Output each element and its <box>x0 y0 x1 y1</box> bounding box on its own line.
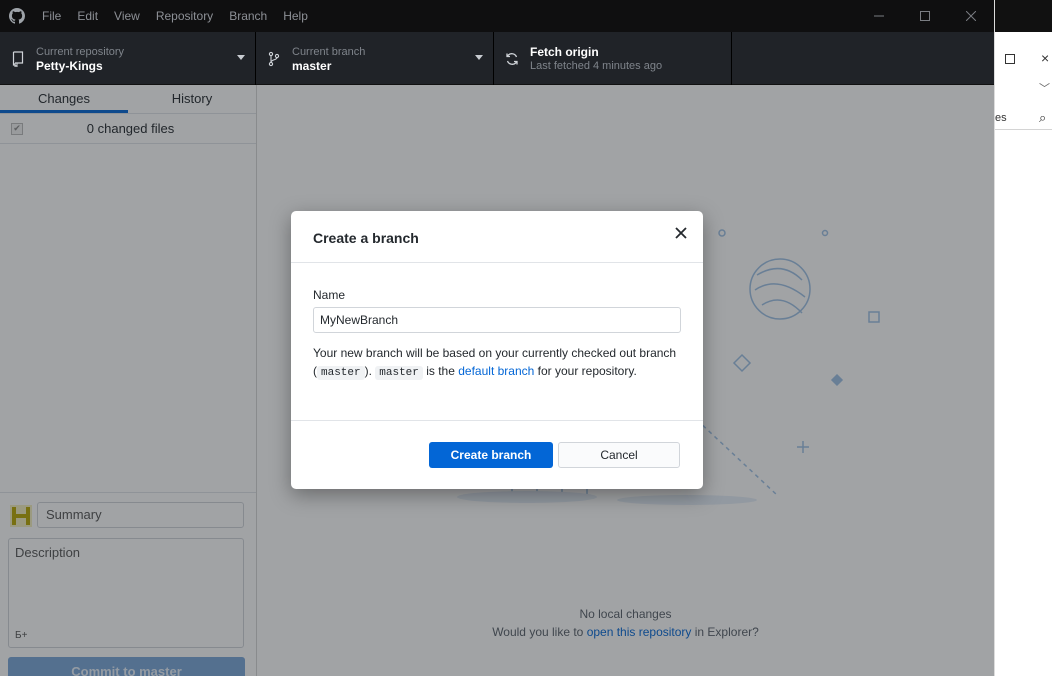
last-fetched-text: Last fetched 4 minutes ago <box>530 59 663 72</box>
menu-repository[interactable]: Repository <box>148 0 221 32</box>
chevron-down-icon[interactable]: ﹀ <box>1039 80 1050 96</box>
minimize-icon[interactable] <box>856 0 902 32</box>
branch-name-input[interactable]: MyNewBranch <box>313 307 681 333</box>
help-text-3: is the <box>422 364 459 378</box>
menu-edit[interactable]: Edit <box>69 0 106 32</box>
current-repository-label: Current repository <box>36 45 125 58</box>
dialog-title: Create a branch <box>313 230 419 246</box>
menu-file[interactable]: File <box>34 0 69 32</box>
current-branch-button[interactable]: Current branch master <box>256 32 494 85</box>
cancel-button[interactable]: Cancel <box>558 442 680 468</box>
help-text-4: for your repository. <box>534 364 637 378</box>
current-branch-name: master <box>292 58 332 73</box>
fetch-origin-button[interactable]: Fetch origin Last fetched 4 minutes ago <box>494 32 732 85</box>
branch-code: master <box>317 366 365 380</box>
menu-branch[interactable]: Branch <box>221 0 275 32</box>
menu-help[interactable]: Help <box>275 0 316 32</box>
close-icon[interactable]: × <box>1041 50 1049 66</box>
default-branch-link[interactable]: default branch <box>458 364 534 378</box>
divider <box>995 129 1052 130</box>
create-branch-dialog: Create a branch Name MyNewBranch Your ne… <box>291 211 703 489</box>
dialog-footer: Create branch Cancel <box>291 420 703 489</box>
branch-icon <box>264 51 284 67</box>
sync-icon <box>502 52 522 66</box>
chevron-down-icon <box>475 55 483 60</box>
github-logo-icon <box>0 8 34 24</box>
background-window-titlebar <box>995 0 1052 32</box>
column-header-fragment: es <box>995 112 1007 124</box>
branch-help-text: Your new branch will be based on your cu… <box>313 344 683 382</box>
chevron-down-icon <box>237 55 245 60</box>
current-branch-label: Current branch <box>292 45 366 58</box>
menu-bar: File Edit View Repository Branch Help <box>0 0 994 32</box>
branch-code: master <box>375 366 423 380</box>
search-icon[interactable]: ⌕ <box>1039 110 1046 126</box>
help-text-2: ). <box>364 364 376 378</box>
current-repository-button[interactable]: Current repository Petty-Kings <box>0 32 256 85</box>
fetch-origin-label: Fetch origin <box>530 44 599 59</box>
maximize-icon[interactable] <box>902 0 948 32</box>
create-branch-button[interactable]: Create branch <box>429 442 553 468</box>
toolbar: Current repository Petty-Kings Current b… <box>0 32 994 85</box>
repo-icon <box>8 50 28 67</box>
close-window-icon[interactable] <box>948 0 994 32</box>
window-controls <box>856 0 994 32</box>
maximize-icon[interactable] <box>1005 54 1015 64</box>
close-icon[interactable] <box>673 227 689 243</box>
branch-name-label: Name <box>313 288 346 302</box>
github-desktop-window: File Edit View Repository Branch Help Cu… <box>0 0 994 676</box>
dialog-header: Create a branch <box>291 211 703 263</box>
background-explorer-window: × ﹀ es ⌕ <box>994 0 1052 676</box>
dialog-body: Name MyNewBranch Your new branch will be… <box>313 276 683 382</box>
current-repository-name: Petty-Kings <box>36 58 103 73</box>
menu-view[interactable]: View <box>106 0 148 32</box>
